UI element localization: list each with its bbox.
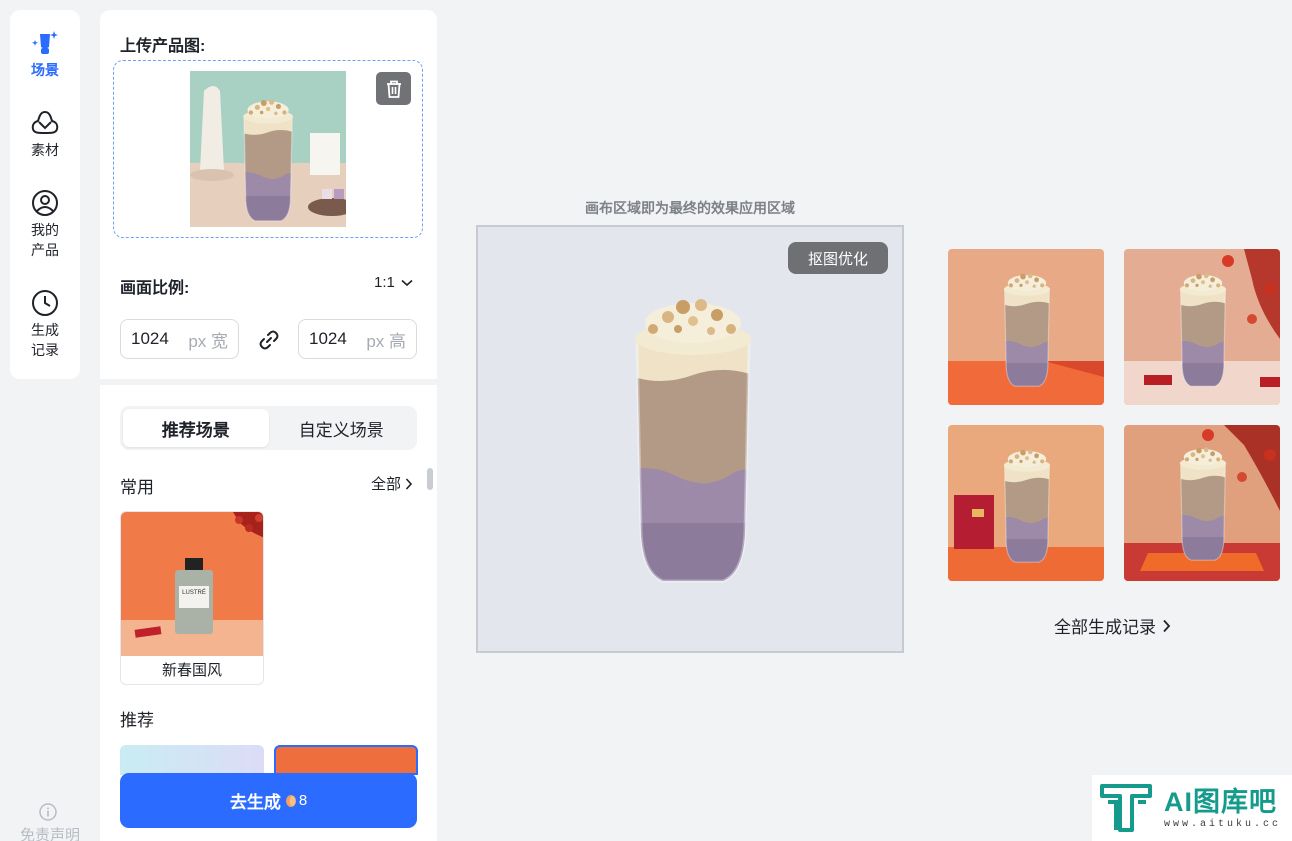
upload-title: 上传产品图:	[120, 38, 206, 55]
upload-dropzone[interactable]	[113, 60, 423, 238]
material-icon	[31, 110, 59, 135]
height-unit: px 高	[366, 331, 406, 351]
result-thumbnail[interactable]	[948, 249, 1104, 405]
scene-card-peek[interactable]	[120, 745, 264, 775]
uploaded-product-image	[190, 71, 346, 227]
trash-icon	[386, 80, 401, 98]
chevron-right-icon	[405, 477, 413, 490]
see-all-label: 全部	[371, 476, 402, 493]
site-watermark: AI图库吧 www.aituku.cc	[1092, 775, 1292, 841]
scene-card[interactable]: 新春国风 LUSTRÉ	[120, 511, 264, 685]
generate-button[interactable]: 去生成 8	[120, 773, 417, 828]
height-input[interactable]	[309, 329, 359, 349]
credits-count: 8	[298, 792, 308, 809]
watermark-logo-icon	[1100, 784, 1152, 832]
tab-recommended-scenes[interactable]: 推荐场景	[123, 409, 269, 447]
user-icon	[32, 190, 58, 216]
upload-panel: 上传产品图: 画面比例: 1:1 1024 px 宽 1024 px 高	[100, 10, 437, 379]
cutout-product-image[interactable]	[623, 287, 763, 597]
nav-item-history[interactable]: 生成记录	[10, 288, 80, 360]
width-input[interactable]	[131, 329, 181, 349]
clock-icon	[32, 290, 58, 316]
common-section-title: 常用	[120, 478, 154, 497]
result-thumbnail[interactable]	[1124, 249, 1280, 405]
nav-item-label: 生成记录	[31, 322, 59, 358]
nav-item-scene[interactable]: 场景	[10, 28, 80, 80]
result-thumbnail[interactable]	[948, 425, 1104, 581]
result-thumbnail[interactable]	[1124, 425, 1280, 581]
delete-image-button[interactable]	[376, 72, 411, 105]
link-aspect-icon[interactable]	[257, 328, 281, 352]
scene-card-peek[interactable]	[274, 745, 418, 775]
cutout-optimize-button[interactable]: 抠图优化	[788, 242, 888, 274]
chevron-right-icon	[1163, 619, 1171, 632]
ratio-select[interactable]: 1:1	[374, 274, 413, 291]
credits-badge: 8	[285, 792, 307, 809]
info-icon	[39, 803, 57, 821]
width-field[interactable]: px 宽	[120, 319, 239, 359]
see-all-link[interactable]: 全部	[371, 473, 413, 494]
ratio-value: 1:1	[374, 274, 395, 291]
scene-thumbnail	[121, 512, 263, 656]
tab-custom-scenes[interactable]: 自定义场景	[269, 409, 415, 447]
nav-item-label: 我的产品	[31, 222, 59, 258]
scrollbar-thumb[interactable]	[427, 468, 433, 490]
left-nav-rail: 场景 素材 我的产品 生成记录	[10, 10, 80, 379]
watermark-url: www.aituku.cc	[1164, 818, 1282, 830]
all-history-link[interactable]: 全部生成记录	[1054, 613, 1171, 638]
chevron-down-icon	[401, 279, 413, 286]
width-unit: px 宽	[188, 331, 228, 351]
disclaimer-link[interactable]: 免责声明	[10, 802, 90, 841]
watermark-title: AI图库吧	[1164, 786, 1277, 817]
scene-card-name: 新春国风	[161, 662, 222, 679]
scene-icon	[32, 31, 58, 54]
generate-label: 去生成	[229, 793, 281, 812]
nav-item-material[interactable]: 素材	[10, 108, 80, 160]
credit-coin-icon	[285, 794, 296, 807]
all-history-label: 全部生成记录	[1054, 618, 1156, 637]
disclaimer-label: 免责声明	[19, 827, 80, 841]
recommend-section-title: 推荐	[120, 711, 154, 730]
scene-tabs: 推荐场景 自定义场景	[120, 406, 417, 450]
nav-item-label: 素材	[31, 142, 59, 158]
canvas-hint: 画布区域即为最终的效果应用区域	[585, 200, 795, 216]
editing-canvas[interactable]: 抠图优化	[476, 225, 904, 653]
nav-item-label: 场景	[31, 62, 59, 78]
nav-item-my-products[interactable]: 我的产品	[10, 188, 80, 260]
ratio-title: 画面比例:	[120, 280, 190, 297]
height-field[interactable]: px 高	[298, 319, 417, 359]
scene-product-label: LUSTRÉ	[182, 590, 206, 596]
